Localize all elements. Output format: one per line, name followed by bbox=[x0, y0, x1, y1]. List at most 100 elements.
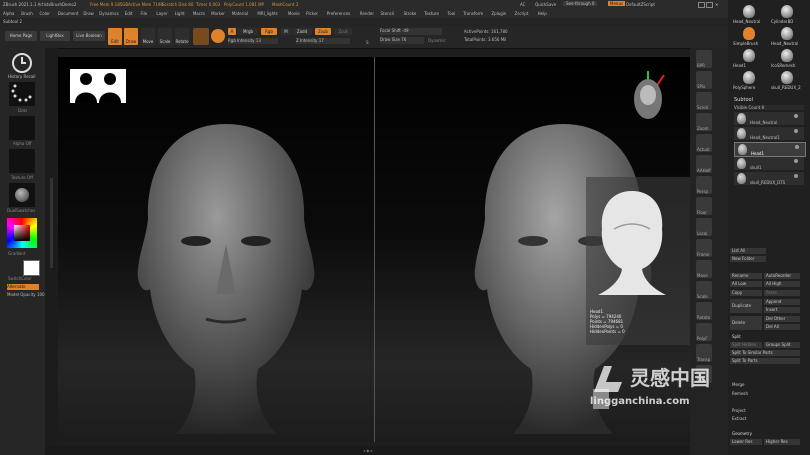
color-picker[interactable] bbox=[7, 218, 37, 248]
lightbox-button[interactable]: LightBox bbox=[40, 31, 70, 41]
rename-button[interactable]: Rename bbox=[730, 273, 762, 279]
menu-document[interactable]: Document bbox=[58, 11, 79, 16]
insert-button[interactable]: Insert bbox=[764, 307, 800, 313]
tool-thumbnail[interactable]: PolySphere bbox=[732, 70, 766, 90]
append-button[interactable]: Append bbox=[764, 299, 800, 305]
tool-thumbnail[interactable]: IcoSRemesh bbox=[770, 48, 804, 68]
menu-mri-lights[interactable]: MRI_lights bbox=[257, 11, 277, 16]
a-toggle[interactable]: A bbox=[228, 28, 236, 35]
draw-size-slider[interactable]: Draw Size 76 bbox=[380, 37, 424, 44]
menu-alpha[interactable]: Alpha bbox=[3, 11, 14, 16]
shelf-persp-button[interactable]: Persp bbox=[696, 176, 712, 194]
del-all-button[interactable]: Del All bbox=[764, 324, 800, 330]
navigation-gizmo[interactable] bbox=[628, 69, 668, 129]
brush-thumbnail[interactable] bbox=[193, 28, 209, 45]
eye-icon[interactable] bbox=[794, 174, 798, 178]
menu-transform[interactable]: Transform bbox=[463, 11, 483, 16]
move-button[interactable]: Move bbox=[141, 28, 155, 45]
subtool-row[interactable]: skull1 bbox=[734, 157, 804, 170]
left-tray-scroll-handle[interactable] bbox=[50, 178, 53, 268]
shelf-scroll-button[interactable]: Scroll bbox=[696, 92, 712, 110]
split-to-parts-button[interactable]: Split To Parts bbox=[730, 358, 800, 364]
eye-icon[interactable] bbox=[794, 114, 798, 118]
ac-label[interactable]: AC bbox=[520, 2, 525, 7]
shelf-floor-button[interactable]: Floor bbox=[696, 197, 712, 215]
shelf-local-button[interactable]: Local bbox=[696, 218, 712, 236]
tool-thumbnail[interactable]: Head_Neutral bbox=[770, 26, 804, 46]
split-screen-icon[interactable] bbox=[70, 69, 126, 103]
groups-split-button[interactable]: Groups Split bbox=[764, 342, 800, 348]
menu-zplugin[interactable]: Zplugin bbox=[491, 11, 506, 16]
switch-color-label[interactable]: SwitchColor bbox=[8, 276, 32, 281]
menu-dynamics[interactable]: Dynamics bbox=[99, 11, 119, 16]
subtool-row[interactable]: Head_Neutral bbox=[734, 112, 804, 125]
tool-thumbnail[interactable]: SimpleBrush bbox=[732, 26, 766, 46]
shelf-zoom-button[interactable]: Zoom bbox=[696, 113, 712, 131]
menu-render[interactable]: Render bbox=[360, 11, 374, 16]
shelf-scale-button[interactable]: Scale bbox=[696, 281, 712, 299]
quicksave-button[interactable]: QuickSave bbox=[535, 2, 556, 7]
menu-help[interactable]: Help bbox=[538, 11, 547, 16]
autoreorder-button[interactable]: AutoReorder bbox=[764, 273, 800, 279]
window-restore-icon[interactable] bbox=[698, 2, 705, 8]
paste-button[interactable]: Paste bbox=[764, 290, 800, 296]
bottom-arrows-icon[interactable]: ◂ ◆ ▸ bbox=[363, 448, 373, 453]
menu-brush[interactable]: Brush bbox=[21, 11, 33, 16]
menu-movie[interactable]: Movie bbox=[288, 11, 300, 16]
del-other-button[interactable]: Del Other bbox=[764, 316, 800, 322]
draw-button[interactable]: Draw bbox=[124, 28, 138, 45]
shelf-rotate-button[interactable]: Rotate bbox=[696, 302, 712, 320]
subtool-row[interactable]: skull_REDUX_DTS bbox=[734, 172, 804, 185]
edit-button[interactable]: Edit bbox=[108, 28, 122, 45]
dynamic-toggle[interactable]: Dynamic bbox=[428, 38, 446, 43]
lower-res-button[interactable]: Lower Res bbox=[730, 439, 762, 445]
see-through-slider[interactable]: See-through 0 bbox=[563, 1, 598, 6]
material-sphere-icon[interactable] bbox=[9, 183, 35, 207]
remesh-section-header[interactable]: Remesh bbox=[730, 391, 800, 397]
split-section-header[interactable]: Split bbox=[730, 334, 800, 340]
home-page-button[interactable]: Home Page bbox=[5, 31, 37, 41]
higher-res-button[interactable]: Higher Res bbox=[764, 439, 800, 445]
subtool-row-selected[interactable]: Head1 bbox=[734, 142, 806, 157]
subtool-header[interactable]: Subtool bbox=[734, 97, 753, 103]
shelf-spix-button[interactable]: SPix bbox=[696, 71, 712, 89]
shelf-bpr-button[interactable]: BPR bbox=[696, 50, 712, 68]
menus-button[interactable]: Menus bbox=[608, 1, 626, 6]
tool-thumbnail[interactable]: Head1 bbox=[732, 48, 766, 68]
mrgb-button[interactable]: Mrgb bbox=[238, 28, 258, 35]
menu-tool[interactable]: Tool bbox=[448, 11, 456, 16]
menu-edit[interactable]: Edit bbox=[125, 11, 133, 16]
menu-stencil[interactable]: Stencil bbox=[381, 11, 395, 16]
menu-texture[interactable]: Texture bbox=[424, 11, 439, 16]
menu-zscript[interactable]: Zscript bbox=[515, 11, 529, 16]
project-section-header[interactable]: Project bbox=[730, 408, 800, 414]
alternate-button[interactable]: Alternate bbox=[7, 284, 39, 290]
zcut-button[interactable]: Zcut bbox=[334, 28, 352, 35]
menu-picker[interactable]: Picker bbox=[306, 11, 318, 16]
menu-file[interactable]: File bbox=[141, 11, 148, 16]
visible-count-slider[interactable]: Visible Count 8 bbox=[734, 105, 804, 110]
tool-thumbnail[interactable]: Head_Neutral bbox=[732, 4, 766, 24]
split-similar-parts-button[interactable]: Split To Similar Parts bbox=[730, 350, 800, 356]
new-folder-button[interactable]: New Folder bbox=[730, 256, 766, 262]
subtool-row[interactable]: Head_Neutral1 bbox=[734, 127, 804, 140]
eye-icon[interactable] bbox=[794, 129, 798, 133]
menu-macro[interactable]: Macro bbox=[193, 11, 205, 16]
merge-section-header[interactable]: Merge bbox=[730, 382, 800, 388]
shelf-move-button[interactable]: Move bbox=[696, 260, 712, 278]
main-color-swatch[interactable] bbox=[23, 260, 40, 276]
shelf-polyf-button[interactable]: PolyF bbox=[696, 323, 712, 341]
delete-button[interactable]: Delete bbox=[730, 316, 762, 330]
geometry-section-header[interactable]: Geometry bbox=[730, 431, 800, 437]
menu-material[interactable]: Material bbox=[232, 11, 248, 16]
zadd-button[interactable]: Zadd bbox=[292, 28, 312, 35]
duplicate-button[interactable]: Duplicate bbox=[730, 299, 762, 313]
live-boolean-button[interactable]: Live Boolean bbox=[73, 31, 105, 41]
menu-light[interactable]: Light bbox=[175, 11, 185, 16]
alpha-thumbnail[interactable] bbox=[9, 116, 35, 140]
menu-stroke[interactable]: Stroke bbox=[404, 11, 417, 16]
shelf-aahalf-button[interactable]: AAHalf bbox=[696, 155, 712, 173]
split-hidden-button[interactable]: Split Hidden bbox=[730, 342, 762, 348]
focal-shift-slider[interactable]: Focal Shift -49 bbox=[380, 28, 442, 35]
close-icon[interactable]: ✕ bbox=[715, 2, 718, 7]
